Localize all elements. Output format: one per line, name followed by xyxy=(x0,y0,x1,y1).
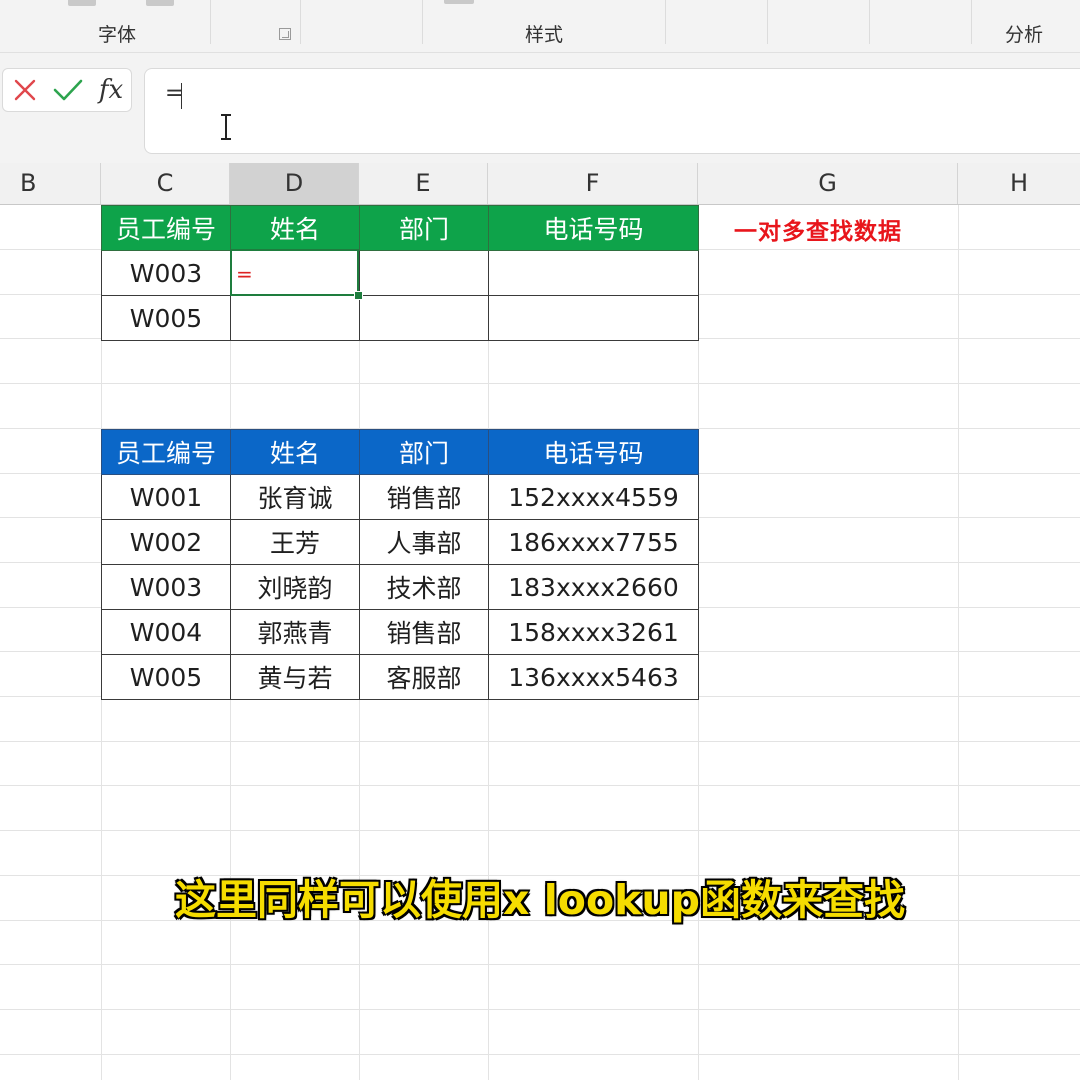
table-row: W001 张育诚 销售部 152xxxx4559 xyxy=(101,474,699,520)
column-header-h[interactable]: H xyxy=(958,163,1080,204)
ribbon-group-analysis-label: 分析 xyxy=(1004,24,1044,46)
lookup-table: 员工编号 姓名 部门 电话号码 W003 W005 xyxy=(101,205,699,341)
table-row: W004 郭燕青 销售部 158xxxx3261 xyxy=(101,609,699,655)
column-header-c[interactable]: C xyxy=(101,163,230,204)
note-title: 一对多查找数据 xyxy=(734,219,902,245)
cell-phone[interactable]: 183xxxx2660 xyxy=(488,564,699,610)
cell-employee-id[interactable]: W004 xyxy=(101,609,231,655)
ribbon: 字体 样式 分析 xyxy=(0,0,1080,53)
cell-phone[interactable] xyxy=(488,295,699,341)
close-icon xyxy=(14,79,36,101)
table-row: W003 刘晓韵 技术部 183xxxx2660 xyxy=(101,564,699,610)
ribbon-separator xyxy=(869,0,870,44)
cell-employee-id[interactable]: W005 xyxy=(101,295,231,341)
grid-row-line xyxy=(0,785,1080,786)
ribbon-control-stub[interactable] xyxy=(68,0,96,6)
cancel-formula-button[interactable] xyxy=(7,71,43,109)
ribbon-control-stub[interactable] xyxy=(444,0,474,4)
grid-column-line xyxy=(958,205,959,1080)
table-header-row: 员工编号 姓名 部门 电话号码 xyxy=(101,205,699,251)
cell-phone[interactable]: 186xxxx7755 xyxy=(488,519,699,565)
grid-row-line xyxy=(0,741,1080,742)
header-department[interactable]: 部门 xyxy=(359,205,489,251)
table-row: W005 xyxy=(101,295,699,341)
ribbon-separator xyxy=(300,0,301,44)
confirm-formula-button[interactable] xyxy=(49,71,87,109)
cell-department[interactable] xyxy=(359,295,489,341)
fill-handle[interactable] xyxy=(354,291,363,300)
header-employee-id[interactable]: 员工编号 xyxy=(101,429,231,475)
cell-department[interactable]: 客服部 xyxy=(359,654,489,700)
column-header-row: B C D E F G H xyxy=(0,163,1080,205)
cell-employee-id[interactable]: W003 xyxy=(101,564,231,610)
header-phone[interactable]: 电话号码 xyxy=(488,205,699,251)
cell-name[interactable]: 王芳 xyxy=(230,519,360,565)
cell-phone[interactable] xyxy=(488,250,699,296)
formula-controls: fx xyxy=(2,68,132,112)
cell-department[interactable] xyxy=(359,250,489,296)
i-beam-cursor-icon xyxy=(221,114,231,140)
source-table: 员工编号 姓名 部门 电话号码 W001 张育诚 销售部 152xxxx4559… xyxy=(101,429,699,700)
text-caret xyxy=(181,83,182,109)
column-header-g[interactable]: G xyxy=(698,163,958,204)
ribbon-group-font-label: 字体 xyxy=(97,24,137,46)
cell-name[interactable] xyxy=(230,295,360,341)
cell-phone[interactable]: 152xxxx4559 xyxy=(488,474,699,520)
ribbon-separator xyxy=(767,0,768,44)
ribbon-group-styles-label: 样式 xyxy=(524,24,564,46)
cell-name[interactable]: 刘晓韵 xyxy=(230,564,360,610)
grid-row-line xyxy=(0,1054,1080,1055)
cell-name[interactable]: 郭燕青 xyxy=(230,609,360,655)
cell-department[interactable]: 技术部 xyxy=(359,564,489,610)
table-row: W002 王芳 人事部 186xxxx7755 xyxy=(101,519,699,565)
header-phone[interactable]: 电话号码 xyxy=(488,429,699,475)
grid-row-line xyxy=(0,830,1080,831)
ribbon-separator xyxy=(210,0,211,44)
cell-department[interactable]: 销售部 xyxy=(359,474,489,520)
cell-employee-id[interactable]: W005 xyxy=(101,654,231,700)
grid-row-line xyxy=(0,1009,1080,1010)
cell-name[interactable]: 张育诚 xyxy=(230,474,360,520)
dialog-launcher-icon[interactable] xyxy=(279,28,291,40)
check-icon xyxy=(53,79,83,101)
ribbon-control-stub[interactable] xyxy=(146,0,174,6)
formula-input[interactable]: = xyxy=(144,68,1080,154)
column-header-d[interactable]: D xyxy=(230,163,359,204)
grid-row-line xyxy=(0,383,1080,384)
cell-department[interactable]: 销售部 xyxy=(359,609,489,655)
insert-function-button[interactable]: fx xyxy=(93,71,129,109)
column-header-f[interactable]: F xyxy=(488,163,698,204)
header-name[interactable]: 姓名 xyxy=(230,205,360,251)
cell-phone[interactable]: 158xxxx3261 xyxy=(488,609,699,655)
cell-phone[interactable]: 136xxxx5463 xyxy=(488,654,699,700)
cell-employee-id[interactable]: W003 xyxy=(101,250,231,296)
table-row: W005 黄与若 客服部 136xxxx5463 xyxy=(101,654,699,700)
active-cell-value: = xyxy=(236,262,253,286)
formula-bar: fx = xyxy=(0,53,1080,163)
table-row: W003 xyxy=(101,250,699,296)
header-department[interactable]: 部门 xyxy=(359,429,489,475)
header-employee-id[interactable]: 员工编号 xyxy=(101,205,231,251)
table-header-row: 员工编号 姓名 部门 电话号码 xyxy=(101,429,699,475)
cell-department[interactable]: 人事部 xyxy=(359,519,489,565)
ribbon-separator xyxy=(665,0,666,44)
cell-employee-id[interactable]: W001 xyxy=(101,474,231,520)
cell-employee-id[interactable]: W002 xyxy=(101,519,231,565)
ribbon-separator xyxy=(422,0,423,44)
column-header-e[interactable]: E xyxy=(359,163,488,204)
cell-name[interactable]: 黄与若 xyxy=(230,654,360,700)
ribbon-separator xyxy=(971,0,972,44)
grid-row-line xyxy=(0,964,1080,965)
fx-icon: fx xyxy=(98,75,124,105)
header-name[interactable]: 姓名 xyxy=(230,429,360,475)
video-subtitle: 这里同样可以使用x lookup函数来查找 xyxy=(174,875,906,925)
column-header-b[interactable]: B xyxy=(0,163,101,204)
